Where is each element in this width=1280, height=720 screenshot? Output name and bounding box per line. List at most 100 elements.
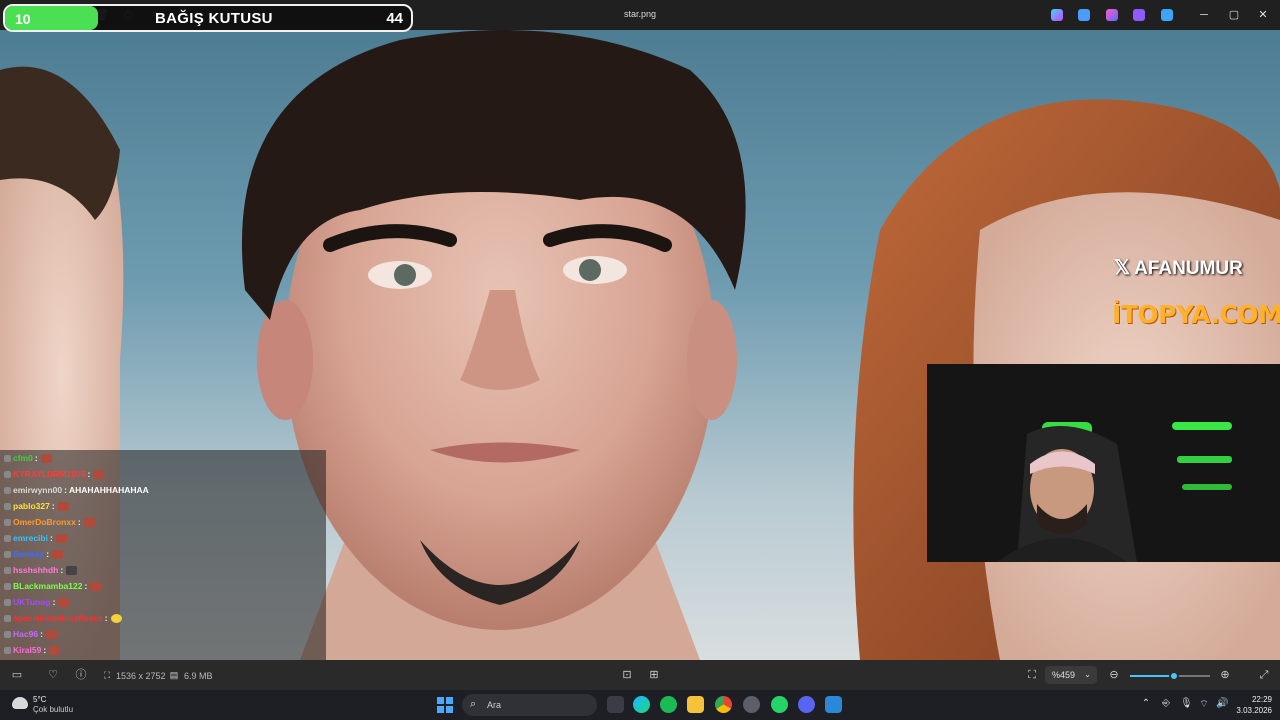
donation-current: 10 — [15, 11, 31, 27]
fit-window-icon[interactable]: ⊡ — [620, 668, 634, 682]
zoom-in-icon[interactable]: ⊕ — [1218, 668, 1232, 682]
expand-icon[interactable]: ⤢ — [1257, 668, 1271, 682]
chat-message: pablo327: — [0, 498, 326, 514]
search-icon: ⌕ — [470, 698, 477, 710]
discord-icon[interactable] — [798, 696, 815, 713]
chat-username: emrecibi — [13, 533, 48, 543]
chat-username: specialistadelcaffeacs — [13, 613, 103, 623]
file-size: 6.9 MB — [184, 671, 213, 681]
start-button[interactable] — [437, 697, 453, 713]
microphone-icon[interactable]: 🎙 — [1180, 698, 1193, 709]
obs-icon[interactable] — [743, 696, 760, 713]
search-placeholder: Ara — [487, 700, 502, 710]
chat-text: : — [104, 613, 108, 623]
zoom-level-dropdown[interactable]: %459 ⌄ — [1045, 666, 1097, 684]
chat-message: Beniray: — [0, 546, 326, 562]
volume-icon[interactable]: 🔊 — [1216, 698, 1228, 709]
chat-badge-icon — [4, 599, 11, 607]
chat-username: KYRAYLDRM1905 — [13, 469, 86, 479]
chat-username: cfm0 — [13, 453, 33, 463]
chat-emote-icon — [66, 566, 78, 576]
system-clock[interactable]: 22:29 3.03.2026 — [1236, 694, 1272, 716]
chat-badge-icon — [4, 583, 11, 591]
chat-emote-icon — [49, 646, 61, 656]
chat-username: Beniray — [13, 549, 45, 559]
chat-username: OmerDoBronxx — [13, 517, 76, 527]
taskbar-search[interactable]: ⌕ Ara — [462, 694, 597, 716]
clipchamp-icon[interactable] — [1133, 9, 1145, 21]
chat-emote-icon — [45, 630, 57, 640]
chat-badge-icon — [4, 615, 11, 623]
chat-message: specialistadelcaffeacs: — [0, 610, 326, 626]
spotify-icon[interactable] — [660, 696, 677, 713]
edit-icon[interactable] — [1078, 9, 1090, 21]
chat-badge-icon — [4, 487, 11, 495]
designer-icon[interactable] — [1106, 9, 1118, 21]
chat-username: Kiral59 — [13, 645, 42, 655]
edge-icon[interactable] — [633, 696, 650, 713]
chat-text: : — [84, 581, 88, 591]
chrome-icon[interactable] — [715, 696, 732, 713]
chevron-up-icon[interactable]: ⌃ — [1140, 698, 1152, 709]
chat-text: : — [34, 453, 38, 463]
fullscreen-fit-icon[interactable]: ⛶ — [1025, 668, 1039, 682]
zoom-out-icon[interactable]: ⊖ — [1107, 668, 1121, 682]
chat-badge-icon — [4, 503, 11, 511]
zoom-slider[interactable] — [1130, 671, 1210, 681]
windows-logo-pane — [446, 706, 453, 713]
chat-text: : — [49, 533, 53, 543]
favorite-icon[interactable]: ♡ — [46, 668, 60, 682]
chat-emote-icon — [52, 550, 64, 560]
chat-badge-icon — [4, 631, 11, 639]
clock-time: 22:29 — [1251, 695, 1272, 704]
chat-badge-icon — [4, 455, 11, 463]
chat-message: cfm0: — [0, 450, 326, 466]
windows-logo-pane — [446, 697, 453, 704]
chat-badge-icon — [4, 551, 11, 559]
zoom-slider-thumb[interactable] — [1169, 671, 1179, 681]
close-button[interactable]: ✕ — [1255, 7, 1271, 23]
cloud-weather-icon[interactable] — [12, 697, 28, 709]
weather-temperature[interactable]: 5°C — [33, 695, 46, 704]
minimize-button[interactable]: ─ — [1196, 7, 1212, 23]
chat-message: Kiral59: — [0, 642, 326, 658]
maximize-button[interactable]: ▢ — [1226, 7, 1242, 23]
chat-message: UKTunog: — [0, 594, 326, 610]
zoom-level: %459 — [1052, 670, 1076, 680]
chat-text: : — [51, 501, 55, 511]
chat-emote-icon — [55, 534, 67, 544]
chat-emote-icon — [83, 518, 95, 528]
chat-text: : — [60, 565, 64, 575]
actual-size-icon[interactable]: ⊞ — [647, 668, 661, 682]
chat-emote-icon — [57, 502, 69, 512]
task-view-icon[interactable] — [607, 696, 624, 713]
copilot-icon[interactable] — [1051, 9, 1063, 21]
itopya-logo: İTOPYA.COM — [1112, 300, 1280, 329]
filmstrip-icon[interactable]: ▭ — [10, 668, 24, 682]
chat-message: BLackmamba122: — [0, 578, 326, 594]
taskbar: 5°C Çok bulutlu ⌕ Ara ⌃ ⎆ 🎙 ⌔ 🔊 22:29 3.… — [0, 690, 1280, 720]
chat-badge-icon — [4, 471, 11, 479]
chat-text: : — [52, 597, 56, 607]
chat-message: KYRAYLDRM1905: — [0, 466, 326, 482]
file-size-icon: ▤ — [169, 670, 179, 680]
image-dimensions: 1536 x 2752 — [116, 671, 166, 681]
chat-username: emirwynn00 — [13, 485, 63, 495]
info-icon[interactable]: ⓘ — [74, 668, 88, 682]
chat-text: : — [46, 549, 50, 559]
dimensions-icon: ⛶ — [103, 670, 111, 680]
usb-icon[interactable]: ⎆ — [1160, 698, 1172, 709]
cloud-icon[interactable] — [1161, 9, 1173, 21]
chat-message: emirwynn00: AHAHAHHAHAHAA — [0, 482, 326, 498]
wifi-icon[interactable]: ⌔ — [1198, 698, 1210, 711]
chat-badge-icon — [4, 519, 11, 527]
windows-logo-pane — [437, 706, 444, 713]
donation-amount: 44 — [386, 10, 403, 27]
chat-emote-icon — [110, 614, 122, 624]
weather-description[interactable]: Çok bulutlu — [33, 705, 73, 714]
whatsapp-icon[interactable] — [771, 696, 788, 713]
chat-overlay: cfm0: KYRAYLDRM1905: emirwynn00: AHAHAHHAH… — [0, 450, 326, 660]
photos-app-icon[interactable] — [825, 696, 842, 713]
file-explorer-icon[interactable] — [687, 696, 704, 713]
chat-username: Hac96 — [13, 629, 39, 639]
